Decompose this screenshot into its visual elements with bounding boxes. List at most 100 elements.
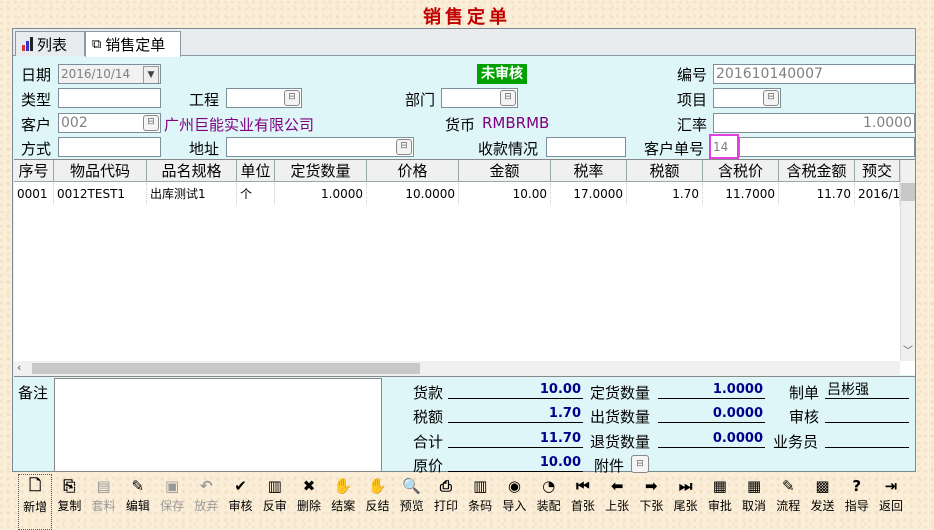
column-header[interactable]: 品名规格 (147, 160, 237, 182)
reopen-icon: ✋ (368, 477, 387, 495)
remark-label: 备注 (18, 384, 49, 402)
table-cell[interactable]: 0001 (14, 183, 54, 205)
date-field[interactable]: 2016/10/14 ▼ (58, 64, 161, 84)
number-field[interactable]: 201610140007 (713, 64, 915, 84)
auditor-value (825, 405, 909, 423)
toolbar-label: 反结 (365, 499, 390, 513)
lookup-icon[interactable]: ⊟ (763, 90, 779, 106)
scroll-thumb[interactable] (32, 363, 420, 374)
method-field[interactable] (58, 137, 161, 157)
import-button[interactable]: ◉ 导入 (497, 474, 531, 530)
dept-field[interactable]: ⊟ (441, 88, 518, 108)
tab-sales-order[interactable]: ⧉ 销售定单 (85, 31, 181, 57)
save-button[interactable]: ▣ 保存 (155, 474, 189, 530)
out-qty-value: 0.0000 (658, 405, 765, 423)
send-button[interactable]: ▩ 发送 (805, 474, 839, 530)
summary-area: 备注 货款 10.00 税额 1.70 合计 11.70 原价 10.00 定货… (14, 376, 915, 475)
table-cell[interactable]: 出库测试1 (147, 183, 237, 205)
help-button[interactable]: ? 指导 (840, 474, 874, 530)
flow-button[interactable]: ✎ 流程 (771, 474, 805, 530)
edit-button[interactable]: ✎ 编辑 (121, 474, 155, 530)
toolbar-label: 放弃 (194, 499, 219, 513)
table-cell[interactable]: 0012TEST1 (54, 183, 147, 205)
date-label: 日期 (21, 66, 52, 84)
item-field[interactable]: ⊟ (713, 88, 781, 108)
barcode-button[interactable]: ▥ 条码 (463, 474, 497, 530)
column-header[interactable]: 税额 (627, 160, 703, 182)
chevron-left-icon[interactable]: ‹ (17, 361, 21, 374)
table-cell[interactable]: 2016/1 (855, 183, 900, 205)
preview-button[interactable]: 🔍 预览 (395, 474, 429, 530)
lookup-icon[interactable]: ⊟ (396, 139, 412, 155)
column-header[interactable]: 单位 (237, 160, 275, 182)
new-button[interactable]: 🗋 新增 (18, 474, 53, 530)
rate-field[interactable]: 1.0000 (713, 113, 915, 133)
column-header[interactable]: 含税价 (703, 160, 779, 182)
column-header[interactable]: 金额 (459, 160, 551, 182)
delete-button[interactable]: ✖ 删除 (292, 474, 326, 530)
attach-icon[interactable]: ⊟ (631, 455, 649, 473)
column-header[interactable]: 税率 (551, 160, 627, 182)
last-button[interactable]: ⏭ 尾张 (668, 474, 702, 530)
project-field[interactable]: ⊟ (226, 88, 302, 108)
approve-button[interactable]: ▦ 审批 (703, 474, 737, 530)
table-cell[interactable]: 10.0000 (367, 183, 459, 205)
table-cell[interactable]: 11.7000 (703, 183, 779, 205)
audit-button[interactable]: ✔ 审核 (223, 474, 257, 530)
prev-button[interactable]: ⬅ 上张 (600, 474, 634, 530)
toolbar-label: 保存 (160, 499, 185, 513)
material-button[interactable]: ▤ 套料 (86, 474, 120, 530)
undo-button[interactable]: ↶ 放弃 (189, 474, 223, 530)
assemble-button[interactable]: ◔ 装配 (532, 474, 566, 530)
approve-icon: ▦ (712, 477, 727, 495)
column-header[interactable]: 预交 (855, 160, 900, 182)
table-cell[interactable]: 17.0000 (551, 183, 627, 205)
cancel-button[interactable]: ▦ 取消 (737, 474, 771, 530)
address-field[interactable]: ⊟ (226, 137, 414, 157)
unaudit-button[interactable]: ▥ 反审 (258, 474, 292, 530)
rate-label: 汇率 (677, 116, 708, 134)
remark-field[interactable] (54, 378, 382, 472)
close-case-icon: ✋ (333, 477, 353, 495)
column-header[interactable]: 价格 (367, 160, 459, 182)
next-button[interactable]: ➡ 下张 (634, 474, 668, 530)
toolbar-label: 尾张 (673, 499, 698, 513)
tab-list[interactable]: 列表 (15, 31, 85, 56)
table-cell[interactable]: 个 (237, 183, 275, 205)
chevron-down-icon[interactable]: ▼ (143, 66, 159, 83)
first-button[interactable]: ⏮ 首张 (566, 474, 600, 530)
column-header[interactable]: 序号 (14, 160, 54, 182)
cust-order-field[interactable]: 14 (713, 138, 728, 156)
column-header[interactable]: 含税金额 (779, 160, 855, 182)
horizontal-scrollbar[interactable]: ‹ (14, 361, 900, 376)
table-cell[interactable]: 10.00 (459, 183, 551, 205)
orig-value: 10.00 (448, 454, 583, 472)
table-cell[interactable]: 11.70 (779, 183, 855, 205)
lookup-icon[interactable]: ⊟ (143, 115, 159, 131)
undo-icon: ↶ (200, 477, 213, 495)
lookup-icon[interactable]: ⊟ (500, 90, 516, 106)
print-button[interactable]: ⎙ 打印 (429, 474, 463, 530)
customer-code-field[interactable]: 002 ⊟ (58, 113, 161, 133)
return-icon: ⇥ (884, 477, 898, 495)
lookup-icon[interactable]: ⊟ (284, 90, 300, 106)
close-case-button[interactable]: ✋ 结案 (326, 474, 360, 530)
payment-label: 收款情况 (478, 140, 539, 158)
copy-button[interactable]: ⎘ 复制 (52, 474, 86, 530)
customer-label: 客户 (21, 116, 52, 134)
table-cell[interactable]: 1.0000 (275, 183, 367, 205)
return-button[interactable]: ⇥ 返回 (874, 474, 908, 530)
form-icon: ⧉ (92, 37, 102, 52)
column-header[interactable]: 定货数量 (275, 160, 367, 182)
chevron-down-icon[interactable]: ﹀ (903, 342, 913, 357)
vertical-scrollbar[interactable]: ﹀ (900, 160, 915, 361)
orig-label: 原价 (413, 457, 444, 475)
type-field[interactable] (58, 88, 161, 108)
material-icon: ▤ (96, 477, 111, 495)
table-cell[interactable]: 1.70 (627, 183, 703, 205)
reopen-button[interactable]: ✋ 反结 (360, 474, 394, 530)
payment-field[interactable] (546, 137, 626, 157)
scroll-thumb[interactable] (901, 183, 915, 201)
goods-value: 10.00 (448, 381, 583, 399)
column-header[interactable]: 物品代码 (54, 160, 147, 182)
